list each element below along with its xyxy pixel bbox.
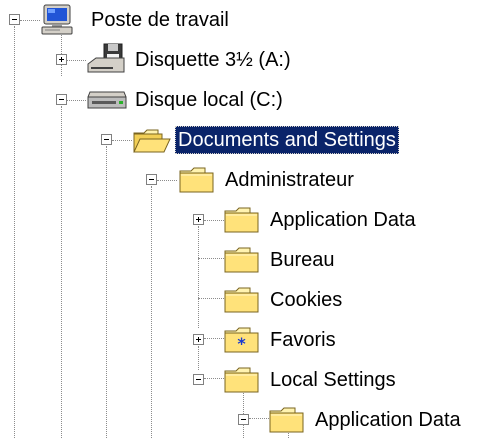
folder-icon (224, 207, 259, 233)
expand-toggle[interactable] (193, 214, 204, 225)
folder-icon (224, 287, 259, 313)
hard-drive-icon (87, 91, 127, 109)
tree-node-local-settings[interactable]: Local Settings (0, 360, 501, 400)
tree-node-cookies[interactable]: Cookies (0, 280, 501, 320)
collapse-toggle[interactable] (101, 134, 112, 145)
node-label[interactable]: Disque local (C:) (132, 86, 286, 114)
folder-icon (224, 367, 259, 393)
tree-node-poste-de-travail[interactable]: Poste de travail (0, 0, 501, 40)
collapse-toggle[interactable] (56, 94, 67, 105)
tree-node-favoris[interactable]: * Favoris (0, 320, 501, 360)
collapse-toggle[interactable] (9, 14, 20, 25)
folder-icon (224, 247, 259, 273)
favorites-folder-icon: * (224, 327, 259, 353)
node-label[interactable]: Documents and Settings (175, 126, 399, 154)
floppy-drive-icon (87, 43, 125, 73)
node-label[interactable]: Bureau (267, 246, 338, 274)
node-label[interactable]: Application Data (312, 406, 464, 434)
node-label[interactable]: Local Settings (267, 366, 399, 394)
collapse-toggle[interactable] (193, 374, 204, 385)
tree-node-disquette[interactable]: Disquette 3½ (A:) (0, 40, 501, 80)
expand-toggle[interactable] (56, 54, 67, 65)
node-label[interactable]: Application Data (267, 206, 419, 234)
tree-node-documents-and-settings[interactable]: Documents and Settings (0, 120, 501, 160)
tree-node-bureau[interactable]: Bureau (0, 240, 501, 280)
folder-icon (179, 167, 214, 193)
tree-node-disque-local[interactable]: Disque local (C:) (0, 80, 501, 120)
collapse-toggle[interactable] (146, 174, 157, 185)
my-computer-icon (41, 4, 73, 35)
node-label[interactable]: Disquette 3½ (A:) (132, 46, 294, 74)
node-label[interactable]: Cookies (267, 286, 345, 314)
folder-icon (269, 407, 304, 433)
tree-node-application-data[interactable]: Application Data (0, 200, 501, 240)
tree-node-local-application-data[interactable]: Application Data (0, 400, 501, 440)
node-label[interactable]: Administrateur (222, 166, 357, 194)
tree-node-administrateur[interactable]: Administrateur (0, 160, 501, 200)
node-label[interactable]: Poste de travail (88, 6, 232, 34)
node-label[interactable]: Favoris (267, 326, 339, 354)
folder-open-icon (133, 129, 171, 153)
collapse-toggle[interactable] (238, 414, 249, 425)
svg-text:*: * (237, 334, 246, 353)
expand-toggle[interactable] (193, 334, 204, 345)
